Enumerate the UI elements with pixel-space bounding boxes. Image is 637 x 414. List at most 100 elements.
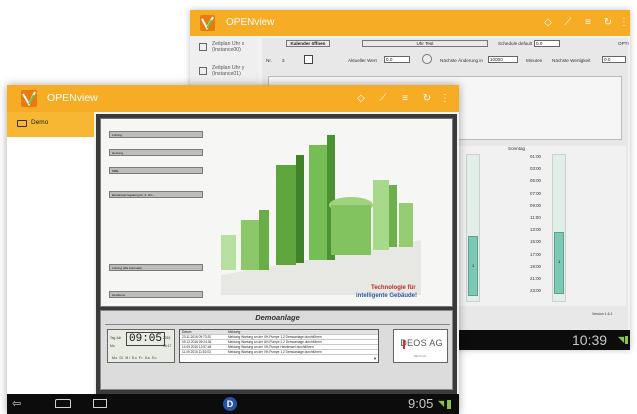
time-label: 09:00 (530, 202, 541, 208)
clock-icon (199, 67, 207, 75)
nr-value: 3 (282, 58, 285, 63)
hmi-button-lueftung-auto[interactable]: Lüftung (Ws Automati) (109, 264, 203, 271)
sidebar-item-label: Demo (31, 119, 49, 126)
hmi-button-lueftung[interactable]: Lüftung (109, 131, 203, 138)
schedule-default-field[interactable]: 0.0 (534, 40, 560, 47)
naechste-aenderung-label: Nächste Änderung in (440, 58, 483, 63)
brand-tagline: DEOS AG ... (413, 354, 430, 358)
brand-logo-box: DEOS AG DEOS AG ... (393, 329, 448, 363)
hmi-panel: Lüftung Heizung MBE Einzelraumregelung 0… (96, 114, 457, 394)
sidebar-item-demo[interactable]: Demo (7, 112, 94, 137)
sidebar-item-instance01[interactable]: Zeitplan Uhr y (Instance01) (190, 62, 258, 82)
time-label: 05:00 (530, 178, 541, 184)
time-label: 07:00 (530, 190, 541, 196)
time-column: 01:00 03:00 05:00 07:00 09:00 11:00 13:00 15:00… (530, 154, 550, 304)
demoanlage-section: Demoanlage 09:05 Tag Juli 2016 Mo 16:17 … (100, 310, 453, 390)
row-date: 09.12.2016 09:24:36 (182, 340, 212, 344)
naechste-wertigkeit-field[interactable]: 0.0 (602, 56, 626, 63)
time-label: 03:00 (530, 166, 541, 172)
refresh-icon[interactable]: ↻ (421, 94, 433, 104)
column-header-meldung: Meldung (228, 330, 241, 334)
back-clock: 10:39 (572, 332, 608, 348)
time-label: 15:00 (530, 239, 541, 245)
version-label: Version 1.6.1 (592, 312, 613, 316)
status-lamp-icon (422, 54, 432, 64)
hmi-scene: Lüftung Heizung MBE Einzelraumregelung 0… (100, 118, 453, 307)
time-label: 21:00 (530, 276, 541, 281)
clock-widget: 09:05 Tag Juli 2016 Mo 16:17 Mo Di Mi Do… (107, 329, 175, 363)
trend-icon[interactable]: ⟋ (377, 94, 389, 104)
nr-checkbox[interactable] (304, 55, 313, 64)
nr-label: Nr. (266, 58, 272, 63)
time-label: 17:00 (530, 251, 541, 257)
wifi-icon: ◥ (618, 335, 625, 344)
row-message: Meldung Wartung an der UH-Pumpe 2.2 Demo… (228, 340, 322, 344)
menu-lines-icon[interactable]: ≡ (399, 94, 411, 104)
row-date: 14.09.2016 12:57:48 (182, 345, 212, 349)
hmi-caption-line1: Technologie für (371, 285, 416, 291)
sidebar-item-instance00[interactable]: Zeitplan Uhr x (Instance00) (190, 38, 258, 58)
aktueller-wert-label: Aktueller Wert (348, 58, 377, 63)
time-label: 01:00 (530, 154, 541, 159)
menu-lines-icon[interactable]: ≡ (582, 18, 594, 28)
hmi-button-heizkurve[interactable]: Heizkurve (109, 291, 203, 298)
schedule-bar[interactable]: 1 (468, 236, 478, 296)
table-row[interactable]: 14.09.2016 12:57:48 Meldung Wartung an d… (180, 345, 378, 350)
row-date: 23.11.2016 09:73:20 (182, 335, 212, 339)
section-divider (105, 324, 450, 325)
overflow-icon[interactable]: ⋮ (618, 18, 630, 28)
table-row[interactable]: 11.09.2016 11:52:03 Meldung Wartung an d… (180, 350, 378, 355)
recents-nav-icon[interactable] (93, 399, 107, 408)
sidebar-item-label: Zeitplan Uhr y (Instance01) (212, 65, 245, 77)
openview-logo-icon (21, 90, 37, 107)
table-scroll-down-icon[interactable]: ▼ (373, 356, 377, 361)
column-header-datum: Datum (182, 330, 192, 334)
time-label: 19:00 (530, 263, 541, 269)
naechste-aenderung-field[interactable]: 10000 (488, 56, 518, 63)
back-nav-icon[interactable]: ⇦ (12, 397, 21, 410)
clock-row1-right: 2016 (163, 336, 171, 340)
row-message: Meldung Wartung an der VH-Pumpe 1,2 Demo… (228, 350, 322, 354)
clock-row1-mid: Juli (116, 336, 121, 340)
kalender-oeffnen-button[interactable]: Kalender öffnen (286, 40, 330, 47)
aktueller-wert-field[interactable]: 0.0 (384, 56, 410, 63)
hmi-button-heizung[interactable]: Heizung (109, 149, 203, 156)
minuten-label: Minuten (526, 58, 543, 63)
table-header-row: Datum Meldung (180, 330, 378, 335)
clock-row2-mid: 16:17 (163, 344, 172, 348)
deos-badge-icon[interactable]: D (223, 397, 237, 411)
clock-row1-left: Tag (110, 336, 116, 340)
table-row[interactable]: 23.11.2016 09:73:20 Meldung Wartung an d… (180, 335, 378, 340)
refresh-icon[interactable]: ↻ (602, 18, 614, 28)
home-nav-icon[interactable] (55, 399, 71, 408)
uhr-test-button[interactable]: Uhr Test (362, 40, 488, 47)
compass-icon[interactable]: ◇ (355, 94, 367, 104)
front-navbar: ⇦ D 9:05 ◥ (7, 394, 459, 414)
overflow-icon[interactable]: ⋮ (439, 94, 451, 104)
green-city-illustration (221, 135, 421, 295)
battery-icon (447, 400, 451, 409)
back-app-title: OPENview (226, 17, 275, 28)
time-label: 23:00 (530, 288, 541, 294)
time-label: 13:00 (530, 227, 541, 233)
front-sidebar: Demo (7, 112, 94, 394)
row-message: Meldung Wartung an der VH-Pumpe Heizkess… (228, 345, 314, 349)
clock-icon (199, 43, 207, 51)
time-label: 11:00 (530, 215, 541, 220)
sidebar-item-label: Zeitplan Uhr x (Instance00) (212, 41, 245, 53)
message-log-table[interactable]: Datum Meldung 23.11.2016 09:73:20 Meldun… (179, 329, 379, 363)
compass-icon[interactable]: ◇ (542, 18, 554, 28)
badge-letter: D (226, 399, 234, 409)
naechste-wertigkeit-label: Nächste Wertigkeit (552, 58, 591, 63)
hmi-button-mbe[interactable]: MBE (109, 167, 203, 174)
table-row[interactable]: 09.12.2016 09:24:36 Meldung Wartung an d… (180, 340, 378, 345)
row-date: 11.09.2016 11:52:03 (182, 350, 211, 354)
trend-icon[interactable]: ⟋ (562, 18, 574, 28)
section-title: Demoanlage (255, 313, 300, 322)
clock-days: Mo Di Mi Do Fr Sa So (112, 356, 157, 360)
hmi-button-einzelraumregelung[interactable]: Einzelraumregelung 01, 2. OG ... (109, 191, 203, 198)
schedule-bar[interactable]: 1 (554, 232, 564, 294)
clock-row2-left: Mo (110, 344, 115, 348)
front-app-title: OPENview (47, 92, 98, 104)
battery-icon (625, 336, 628, 344)
